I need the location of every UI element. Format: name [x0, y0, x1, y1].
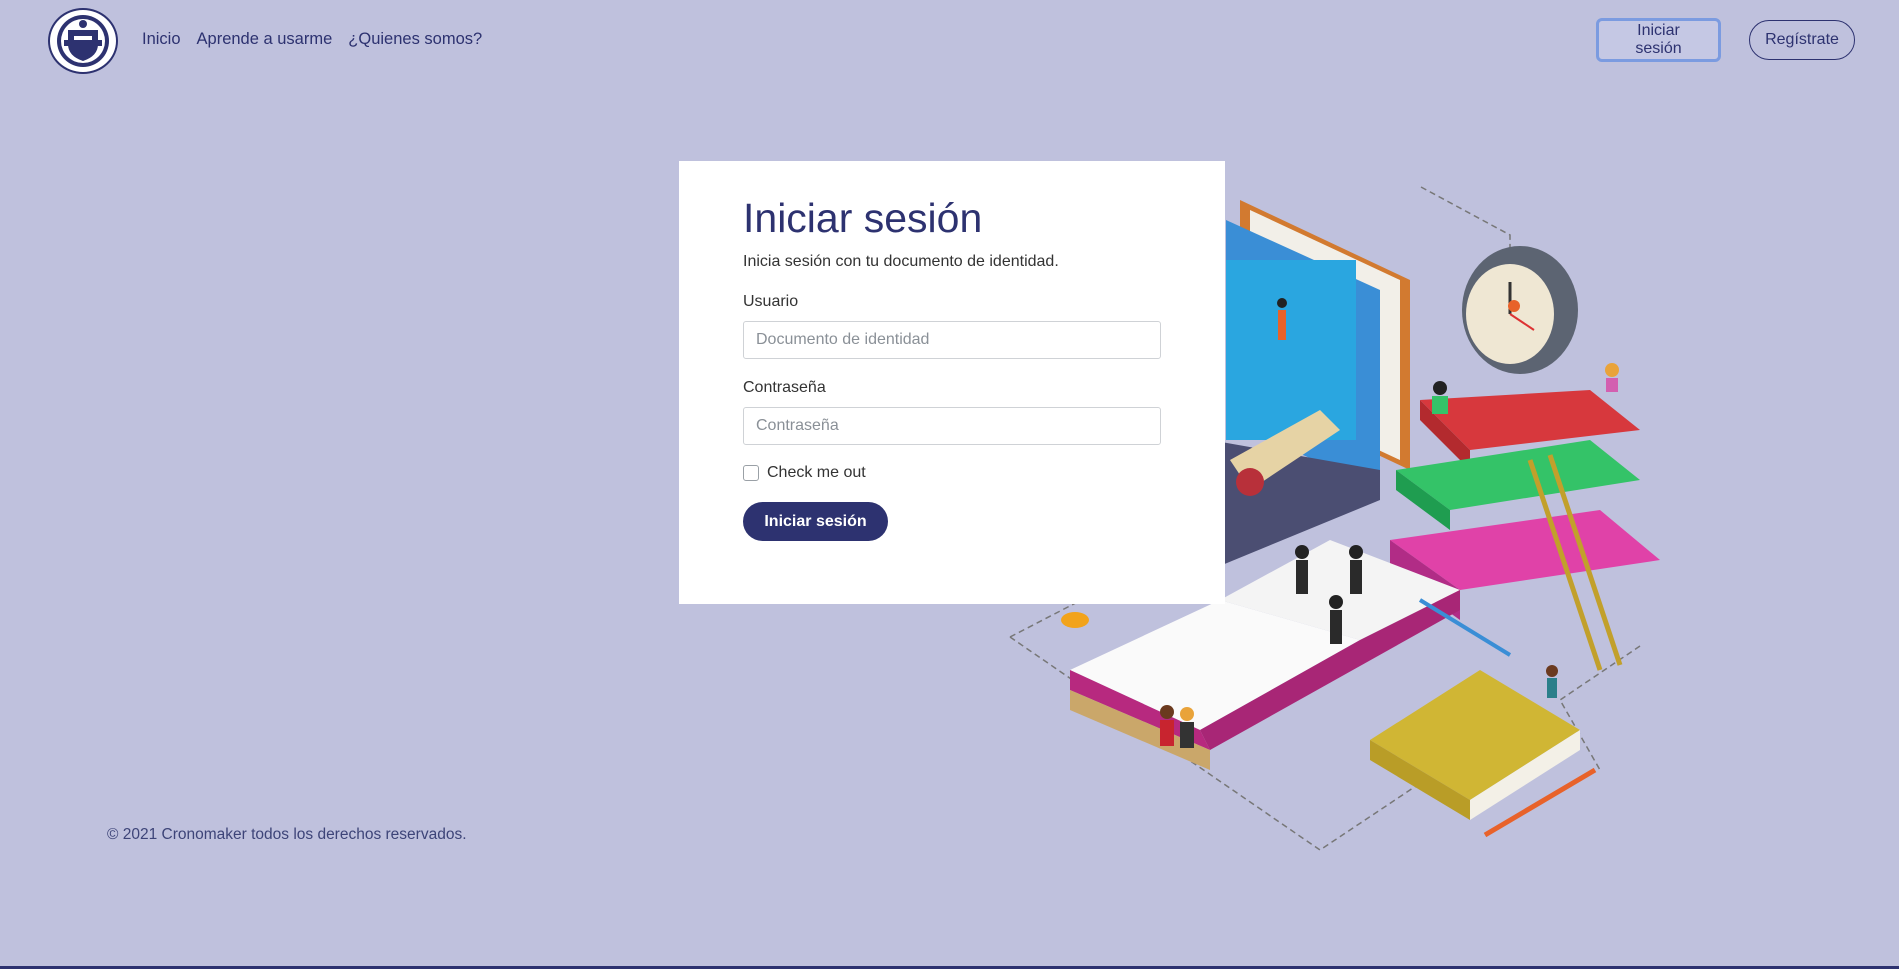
submit-login-button[interactable]: Iniciar sesión — [743, 502, 888, 541]
nav-quienes-somos[interactable]: ¿Quienes somos? — [348, 30, 482, 49]
password-label: Contraseña — [743, 379, 826, 396]
remember-row: Check me out — [743, 464, 866, 482]
nav-inicio[interactable]: Inicio — [142, 30, 181, 49]
login-title: Iniciar sesión — [743, 195, 983, 241]
nav-aprende[interactable]: Aprende a usarme — [197, 30, 333, 49]
logo[interactable] — [48, 8, 118, 74]
login-card: Iniciar sesión Inicia sesión con tu docu… — [679, 161, 1225, 604]
user-input[interactable] — [743, 321, 1161, 359]
password-input[interactable] — [743, 407, 1161, 445]
remember-label[interactable]: Check me out — [767, 464, 866, 482]
remember-checkbox[interactable] — [743, 465, 759, 481]
footer-copyright: © 2021 Cronomaker todos los derechos res… — [107, 826, 467, 843]
shield-logo-icon — [57, 15, 109, 67]
login-subtitle: Inicia sesión con tu documento de identi… — [743, 253, 1059, 270]
header-login-button[interactable]: Iniciar sesión — [1596, 18, 1721, 62]
header: Inicio Aprende a usarme ¿Quienes somos? … — [0, 0, 1899, 84]
user-label: Usuario — [743, 293, 799, 310]
main-nav: Inicio Aprende a usarme ¿Quienes somos? — [142, 30, 482, 49]
register-button[interactable]: Regístrate — [1749, 20, 1855, 60]
